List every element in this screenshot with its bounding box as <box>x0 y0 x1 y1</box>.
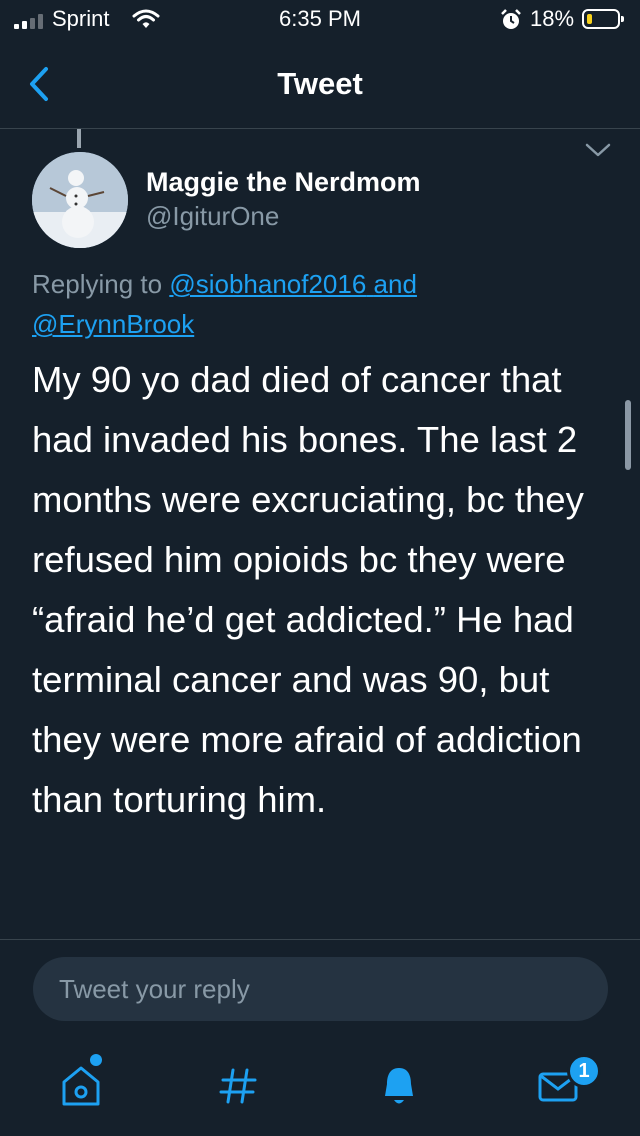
reply-divider <box>0 939 640 940</box>
author-handle[interactable]: @IgiturOne <box>146 200 279 232</box>
chevron-down-icon[interactable] <box>584 142 612 158</box>
thread-line <box>77 129 81 148</box>
bell-icon[interactable] <box>375 1062 423 1110</box>
reply-mention-link[interactable]: @ErynnBrook <box>32 309 194 339</box>
replying-to-label: Replying to <box>32 269 163 299</box>
battery-percent: 18% <box>530 6 575 31</box>
page-title: Tweet <box>277 66 363 101</box>
hashtag-icon[interactable] <box>214 1062 262 1110</box>
nav-divider <box>0 128 640 129</box>
home-icon[interactable] <box>57 1062 105 1110</box>
message-badge: 1 <box>567 1054 601 1088</box>
scrollbar[interactable] <box>625 400 631 470</box>
battery-icon <box>582 9 624 29</box>
reply-input[interactable]: Tweet your reply <box>33 957 608 1021</box>
avatar[interactable] <box>32 152 128 248</box>
replying-to: Replying to @siobhanof2016 and @ErynnBro… <box>32 264 612 344</box>
status-bar: Sprint 6:35 PM 18% <box>0 0 640 40</box>
author-name[interactable]: Maggie the Nerdmom <box>146 166 421 198</box>
tweet-text: My 90 yo dad died of cancer that had inv… <box>32 359 584 820</box>
reply-mention-link[interactable]: @siobhanof2016 and <box>169 269 417 299</box>
snowman-image <box>32 152 128 248</box>
alarm-icon <box>501 9 521 29</box>
new-content-dot <box>90 1054 102 1066</box>
